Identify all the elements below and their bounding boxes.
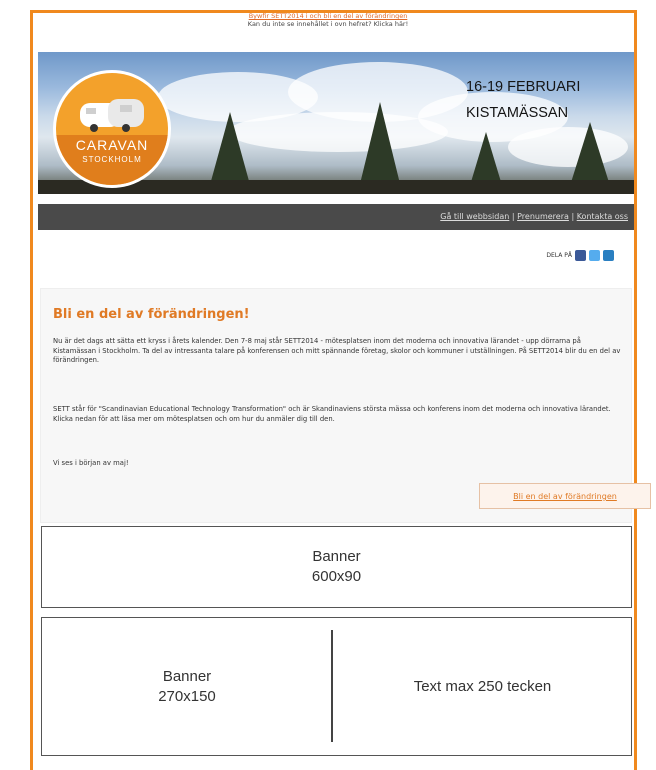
ad-text-area: Text max 250 tecken	[413, 678, 552, 695]
twitter-icon[interactable]	[589, 250, 600, 261]
banner-270x150[interactable]: Banner 270x150	[42, 618, 332, 755]
event-venue: KISTAMÄSSAN	[466, 105, 569, 121]
banner-ad-row: Banner 270x150 Text max 250 tecken	[41, 617, 632, 756]
banner-size: 600x90	[311, 568, 362, 585]
event-dates: 16-19 FEBRUARI	[466, 79, 581, 95]
banner-size: 270x150	[158, 687, 216, 705]
banner-600x90[interactable]: Banner 600x90	[41, 526, 632, 608]
event-info: 16-19 FEBRUARI KISTAMÄSSAN	[466, 74, 580, 126]
view-online-notice: Bywfir SETT2014 i och bli en del av förä…	[0, 12, 656, 28]
nav-subscribe-link[interactable]: Prenumerera	[517, 212, 569, 221]
banner-label: Banner	[312, 548, 361, 565]
cta-button[interactable]: Bli en del av förändringen	[479, 483, 651, 509]
nav-website-link[interactable]: Gå till webbsidan	[440, 212, 509, 221]
article-card: Bli en del av förändringen! Nu är det da…	[40, 288, 651, 523]
caravan-logo: CARAVAN STOCKHOLM	[53, 70, 171, 188]
banner-label: Banner	[162, 667, 212, 685]
share-label: DELA PÅ	[546, 252, 572, 259]
share-bar: DELA PÅ	[546, 250, 614, 261]
article-paragraph-3: Vi ses i början av maj!	[53, 459, 129, 467]
linkedin-icon[interactable]	[603, 250, 614, 261]
nav-bar: Gå till webbsidan | Prenumerera | Kontak…	[38, 204, 634, 230]
facebook-icon[interactable]	[575, 250, 586, 261]
logo-subtitle: STOCKHOLM	[82, 155, 142, 164]
divider	[331, 630, 333, 742]
article-paragraph-2: SETT står för "Scandinavian Educational …	[53, 405, 611, 423]
logo-brand: CARAVAN	[75, 137, 149, 153]
nav-contact-link[interactable]: Kontakta oss	[577, 212, 628, 221]
article-paragraph-1: Nu är det dags att sätta ett kryss i åre…	[53, 337, 621, 364]
fallback-text[interactable]: Kan du inte se innehållet i ovn hefret? …	[0, 20, 656, 28]
article-title: Bli en del av förändringen!	[53, 307, 250, 322]
view-online-link[interactable]: Bywfir SETT2014 i och bli en del av förä…	[0, 12, 656, 20]
caravan-icon	[80, 99, 144, 132]
